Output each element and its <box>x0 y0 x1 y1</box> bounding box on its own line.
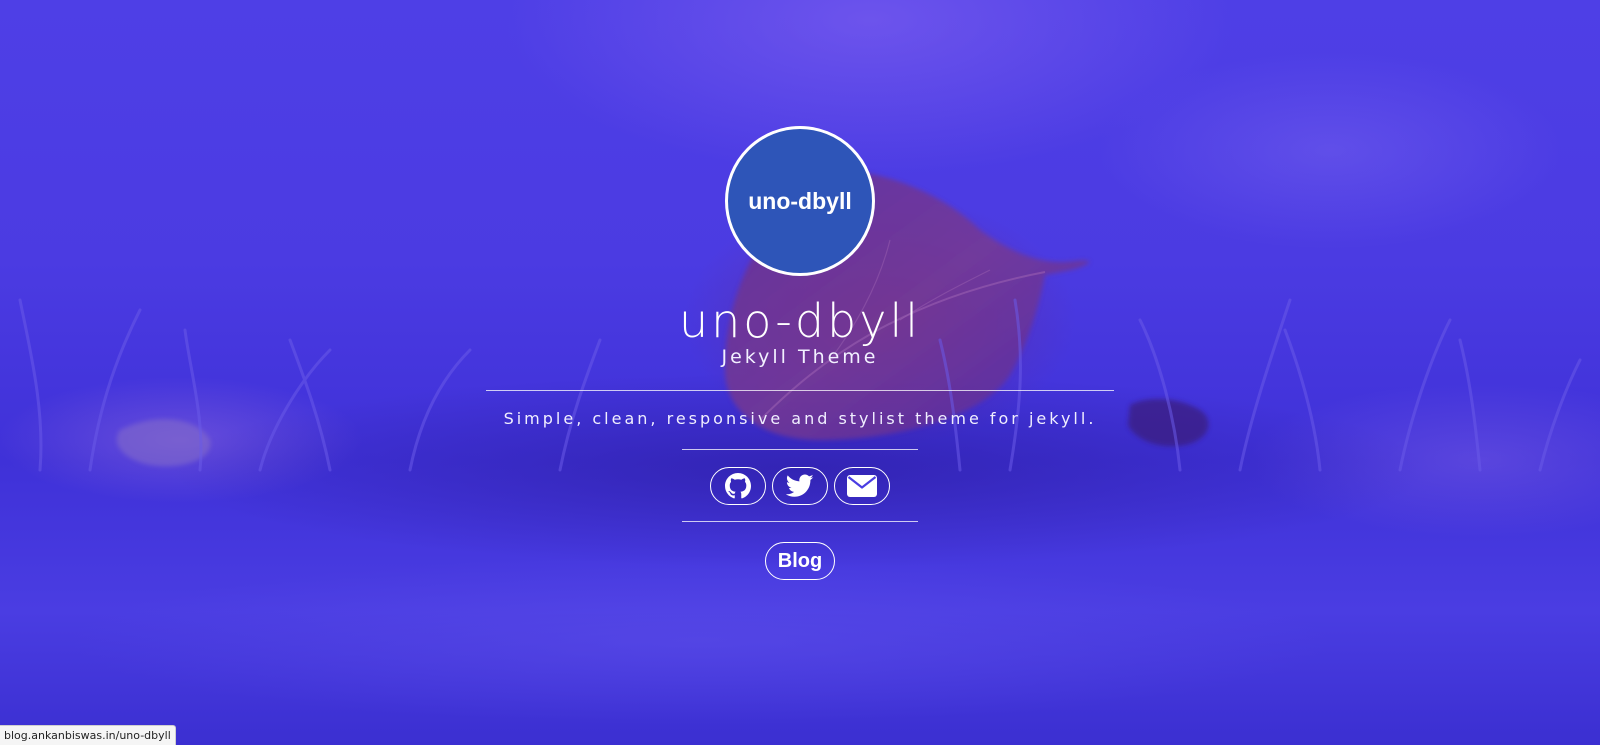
divider <box>682 449 918 450</box>
divider <box>682 521 918 522</box>
envelope-icon <box>847 475 877 497</box>
avatar: uno-dbyll <box>725 126 875 276</box>
divider <box>486 390 1114 391</box>
site-title: uno-dbyll <box>678 294 922 348</box>
social-links <box>0 467 1600 505</box>
avatar-text: uno-dbyll <box>748 187 852 214</box>
twitter-link-button[interactable] <box>772 467 828 505</box>
site-subtitle: Jekyll Theme <box>721 346 879 368</box>
status-bar-url: blog.ankanbiswas.in/uno-dbyll <box>0 725 176 745</box>
github-link-button[interactable] <box>710 467 766 505</box>
profile-header: uno-dbyll uno-dbyll Jekyll Theme Simple,… <box>0 126 1600 580</box>
blog-button[interactable]: Blog <box>764 542 836 580</box>
page: uno-dbyll uno-dbyll Jekyll Theme Simple,… <box>0 0 1600 745</box>
github-icon <box>725 473 751 499</box>
site-tagline: Simple, clean, responsive and stylist th… <box>503 409 1097 428</box>
twitter-icon <box>786 474 814 497</box>
email-link-button[interactable] <box>834 467 890 505</box>
